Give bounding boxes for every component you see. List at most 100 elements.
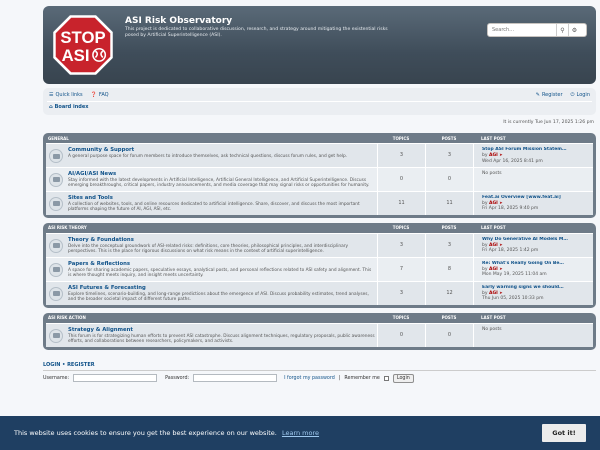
last-post-date: Thu Jun 05, 2025 10:33 pm [482, 296, 544, 302]
search-input[interactable] [488, 27, 556, 33]
learn-more-link[interactable]: Learn more [282, 429, 319, 437]
forum-posts-count: 3 [425, 144, 473, 167]
gear-icon[interactable]: ⚙ [568, 24, 580, 36]
forum-posts-count: 0 [425, 167, 473, 191]
forum-posts-count: 12 [425, 281, 473, 305]
current-time: It is currently Tue Jun 17, 2025 1:26 pm [503, 120, 594, 125]
forum-category: ASI RISK ACTION TOPICS POSTS LAST POST S… [43, 312, 596, 350]
forum-category: GENERAL TOPICS POSTS LAST POST Community… [43, 133, 596, 218]
forum-title-link[interactable]: Strategy & Alignment [68, 327, 375, 333]
forum-title-link[interactable]: Theory & Foundations [68, 237, 375, 243]
forum-folder-icon [49, 286, 63, 301]
category-header: ASI RISK THEORY TOPICS POSTS LAST POST [46, 223, 593, 233]
forum-last-post: No posts [473, 323, 593, 347]
site-header: STOP ASI ASI Risk Observatory This proje… [43, 6, 596, 84]
forum-folder-icon [49, 196, 63, 211]
question-icon: ❓ [90, 92, 97, 98]
search-icon[interactable]: ⚲ [556, 24, 568, 36]
cookie-accept-button[interactable]: Got it! [542, 424, 586, 442]
category-title[interactable]: GENERAL [46, 136, 377, 141]
navbar: ☰ Quick links ❓ FAQ ✎ Register ⏻ Login ⌂ Boar… [43, 88, 596, 115]
password-field[interactable] [193, 374, 278, 383]
power-icon: ⏻ [570, 92, 575, 98]
forum-folder-icon [49, 328, 63, 343]
forum-topics-count: 11 [377, 191, 425, 215]
logo-text-top: STOP [60, 28, 105, 47]
forum-title-link[interactable]: AI/AGI/ASI News [68, 171, 375, 177]
site-title[interactable]: ASI Risk Observatory [125, 16, 232, 26]
forum-row: ASI Futures & Forecasting Explore timeli… [46, 280, 593, 305]
quick-links-link[interactable]: ☰ Quick links [49, 92, 83, 98]
category-header: GENERAL TOPICS POSTS LAST POST [46, 133, 593, 143]
forum-folder-icon [49, 172, 63, 187]
forum-row: Community & Support A general purpose sp… [46, 143, 593, 167]
forum-last-post: Why Do Generative AI Models M… by AGI ➤ … [473, 233, 593, 257]
faq-link[interactable]: ❓ FAQ [91, 92, 109, 98]
forum-last-post: Feat.ai Overview [www.feat.ai] by AGI ➤ … [473, 191, 593, 215]
forum-posts-count: 11 [425, 191, 473, 215]
faq-label: FAQ [98, 92, 109, 98]
stop-asi-logo[interactable]: STOP ASI [52, 14, 114, 76]
cookie-message: This website uses cookies to ensure you … [14, 429, 277, 437]
goto-post-icon[interactable]: ➤ [499, 152, 502, 157]
forum-last-post: Re: What's Really Going On Be… by AGI ➤ … [473, 257, 593, 281]
forum-description: Explore timelines, scenario-building, an… [68, 291, 369, 302]
last-post-date: Mon May 19, 2025 11:04 am [482, 272, 547, 278]
logo-text-bottom: ASI [62, 46, 90, 65]
forum-row: Sites and Tools A collection of websites… [46, 190, 593, 215]
remember-me-label: Remember me [344, 375, 380, 381]
forum-list: GENERAL TOPICS POSTS LAST POST Community… [43, 133, 596, 350]
last-post-date: No posts [482, 170, 502, 176]
forum-posts-count: 8 [425, 257, 473, 281]
menu-icon: ☰ [49, 92, 54, 98]
forum-topics-count: 3 [377, 144, 425, 167]
last-post-date: No posts [482, 326, 502, 332]
forum-description: A general purpose space for forum member… [68, 154, 348, 159]
forum-title-link[interactable]: Community & Support [68, 147, 347, 153]
goto-post-icon[interactable]: ➤ [499, 200, 502, 205]
forum-last-post: Stop ASI Forum Mission Statem… by AGI ➤ … [473, 144, 593, 167]
category-title[interactable]: ASI RISK ACTION [46, 315, 377, 320]
forum-title-link[interactable]: ASI Futures & Forecasting [68, 285, 375, 291]
goto-post-icon[interactable]: ➤ [499, 266, 502, 271]
forum-description: A collection of websites, tools, and onl… [68, 201, 360, 212]
breadcrumb-label: Board index [54, 104, 89, 110]
topics-column-header: TOPICS [392, 135, 410, 141]
search-box: ⚲ ⚙ [487, 23, 587, 37]
category-title[interactable]: ASI RISK THEORY [46, 225, 377, 230]
forum-posts-count: 3 [425, 233, 473, 257]
register-link[interactable]: ✎ Register [536, 92, 563, 98]
breadcrumb[interactable]: ⌂ Board index [49, 104, 88, 110]
last-post-by: by [482, 153, 488, 159]
goto-post-icon[interactable]: ➤ [499, 242, 502, 247]
forum-title-link[interactable]: Papers & Reflections [68, 261, 375, 267]
forgot-password-link[interactable]: I forgot my password [284, 376, 335, 381]
last-post-author[interactable]: AGI [489, 153, 498, 158]
last-post-author-line: by AGI ➤ [482, 152, 503, 159]
forum-title-link[interactable]: Sites and Tools [68, 195, 375, 201]
cookie-message-wrap: This website uses cookies to ensure you … [0, 429, 542, 437]
login-button[interactable]: Login [392, 373, 414, 383]
posts-column-header: POSTS [441, 135, 457, 141]
username-field[interactable] [73, 374, 158, 383]
forum-topics-count: 7 [377, 257, 425, 281]
quick-links-label: Quick links [55, 92, 83, 98]
forum-description: Delve into the conceptual groundwork of … [68, 243, 349, 254]
topics-column-header: TOPICS [392, 225, 410, 231]
login-link[interactable]: ⏻ Login [571, 92, 590, 98]
forum-category: ASI RISK THEORY TOPICS POSTS LAST POST T… [43, 222, 596, 308]
forum-topics-count: 0 [377, 323, 425, 347]
cookie-banner: This website uses cookies to ensure you … [0, 416, 600, 450]
login-heading[interactable]: LOGIN • REGISTER [43, 362, 596, 371]
forum-description: A space for sharing academic papers, spe… [68, 267, 372, 278]
posts-column-header: POSTS [441, 315, 457, 321]
forum-topics-count: 3 [377, 281, 425, 305]
forum-folder-icon [49, 149, 63, 163]
forum-posts-count: 0 [425, 323, 473, 347]
last-post-column-header: LAST POST [481, 315, 506, 321]
goto-post-icon[interactable]: ➤ [499, 290, 502, 295]
posts-column-header: POSTS [441, 225, 457, 231]
remember-me-checkbox[interactable] [383, 375, 389, 381]
register-label: Register [541, 92, 563, 98]
forum-last-post: Early warning signs we should… by AGI ➤ … [473, 281, 593, 305]
